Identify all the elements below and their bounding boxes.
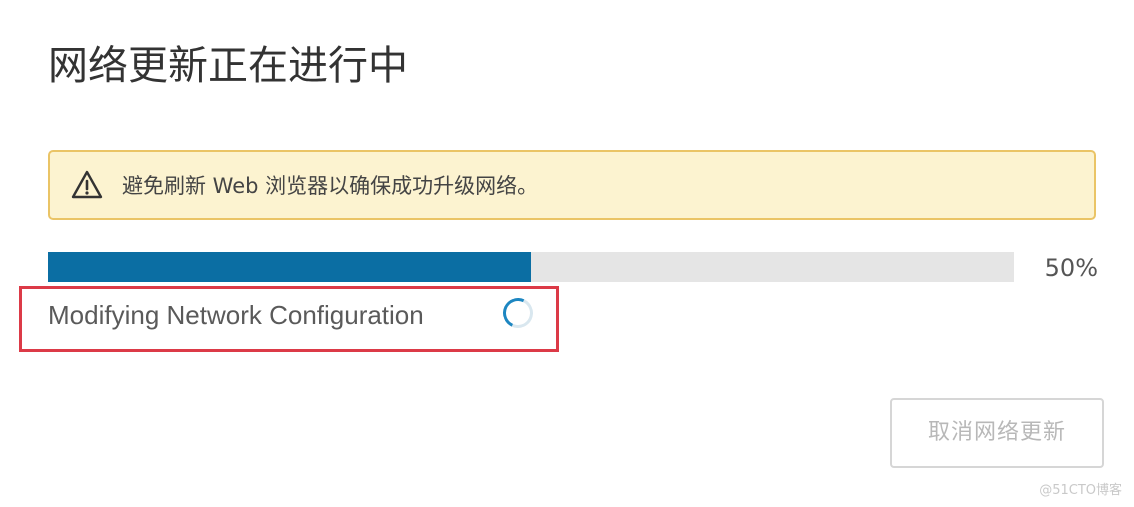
- progress-bar-fill: [48, 252, 531, 282]
- cancel-network-update-button[interactable]: 取消网络更新: [890, 398, 1104, 468]
- page-title: 网络更新正在进行中: [48, 43, 408, 89]
- progress-bar: [48, 252, 1014, 282]
- warning-alert: 避免刷新 Web 浏览器以确保成功升级网络。: [48, 150, 1096, 220]
- warning-icon: [71, 170, 103, 199]
- warning-message: 避免刷新 Web 浏览器以确保成功升级网络。: [122, 174, 539, 198]
- progress-percentage: 50%: [1044, 254, 1098, 282]
- watermark: @51CTO博客: [1039, 483, 1122, 498]
- status-message: Modifying Network Configuration: [48, 300, 424, 330]
